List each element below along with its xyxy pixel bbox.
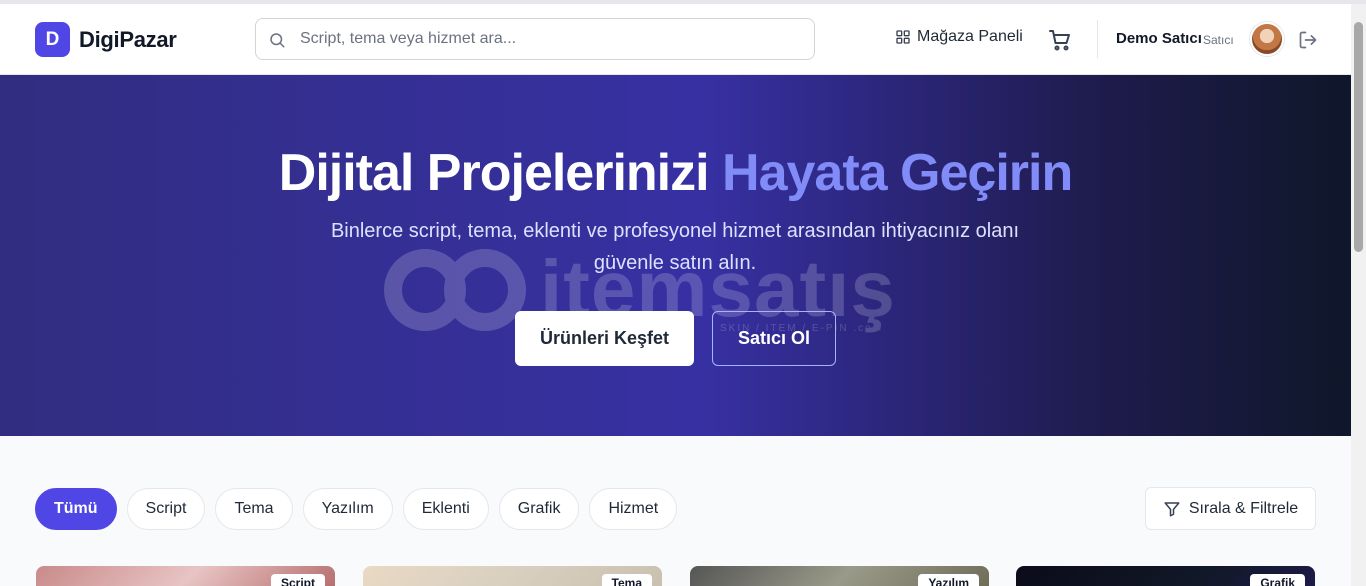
logo-mark[interactable]: D [35,22,70,57]
category-chip-plugin[interactable]: Eklenti [402,488,489,530]
hero-title: Dijital Projelerinizi Hayata Geçirin [0,143,1351,203]
search-input[interactable] [300,19,800,59]
product-card[interactable]: Yazılım [690,566,989,586]
avatar[interactable] [1250,22,1284,56]
brand-name[interactable]: DigiPazar [79,27,177,53]
product-badge: Script [270,574,325,586]
page-scrollbar[interactable] [1351,4,1366,586]
top-header: D DigiPazar Mağaza Paneli Demo Satıcı Sa… [0,4,1351,75]
category-filter-bar: Tümü Script Tema Yazılım Eklenti Grafik … [35,488,678,530]
product-card[interactable]: Tema [363,566,662,586]
category-chip-script[interactable]: Script [126,488,206,530]
product-badge: Tema [601,574,652,586]
product-card[interactable]: Script [36,566,335,586]
sort-filter-button[interactable]: Sırala & Filtrele [1145,487,1316,530]
product-badge: Yazılım [918,574,979,586]
sort-filter-label: Sırala & Filtrele [1188,499,1299,517]
category-chip-service[interactable]: Hizmet [589,488,678,530]
cart-icon[interactable] [1048,28,1072,52]
logout-icon[interactable] [1298,30,1318,50]
hero-banner: itemsatış SKIN / ITEM / E-PIN .com Dijit… [0,75,1351,436]
user-role: Satıcı [1203,33,1234,47]
category-chip-graphic[interactable]: Grafik [498,488,580,530]
become-seller-button[interactable]: Satıcı Ol [712,311,836,366]
hero-title-accent: Hayata Geçirin [722,144,1073,202]
product-card[interactable]: Grafik [1016,566,1315,586]
store-panel-label: Mağaza Paneli [917,28,1023,45]
category-chip-software[interactable]: Yazılım [302,488,393,530]
product-badge: Grafik [1250,574,1305,586]
hero-subtitle: Binlerce script, tema, eklenti ve profes… [330,220,1020,274]
header-divider [1097,20,1098,58]
grid-icon [896,30,910,44]
user-name[interactable]: Demo Satıcı [1116,30,1202,47]
category-chip-all[interactable]: Tümü [35,488,117,530]
filter-icon [1164,501,1180,516]
scrollbar-thumb[interactable] [1354,22,1363,252]
explore-products-button[interactable]: Ürünleri Keşfet [515,311,694,366]
hero-title-main: Dijital Projelerinizi [278,144,710,202]
search-icon [270,33,285,48]
store-panel-link[interactable]: Mağaza Paneli [895,28,1023,46]
category-chip-theme[interactable]: Tema [215,488,293,530]
search-box[interactable] [255,18,815,60]
